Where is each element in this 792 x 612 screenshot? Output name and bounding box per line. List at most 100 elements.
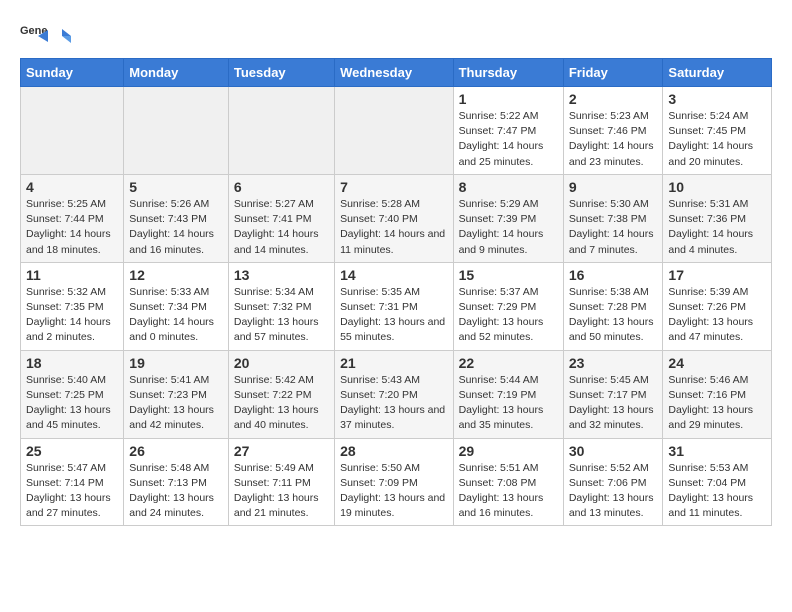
calendar-cell: 3 Sunrise: 5:24 AMSunset: 7:45 PMDayligh… <box>663 87 772 175</box>
day-number: 13 <box>234 267 329 283</box>
calendar-cell: 5 Sunrise: 5:26 AMSunset: 7:43 PMDayligh… <box>124 174 229 262</box>
logo-bird-icon <box>53 27 71 45</box>
header: General <box>20 20 772 48</box>
day-info: Sunrise: 5:52 AMSunset: 7:06 PMDaylight:… <box>569 462 654 520</box>
day-info: Sunrise: 5:27 AMSunset: 7:41 PMDaylight:… <box>234 198 319 256</box>
day-info: Sunrise: 5:41 AMSunset: 7:23 PMDaylight:… <box>129 374 214 432</box>
calendar-cell <box>21 87 124 175</box>
day-number: 20 <box>234 355 329 371</box>
calendar-cell: 28 Sunrise: 5:50 AMSunset: 7:09 PMDaylig… <box>335 438 453 526</box>
day-number: 10 <box>668 179 766 195</box>
day-info: Sunrise: 5:50 AMSunset: 7:09 PMDaylight:… <box>340 462 445 520</box>
weekday-header-monday: Monday <box>124 59 229 87</box>
calendar-cell: 13 Sunrise: 5:34 AMSunset: 7:32 PMDaylig… <box>228 262 334 350</box>
calendar-cell: 19 Sunrise: 5:41 AMSunset: 7:23 PMDaylig… <box>124 350 229 438</box>
day-number: 17 <box>668 267 766 283</box>
day-number: 8 <box>459 179 558 195</box>
calendar-cell: 22 Sunrise: 5:44 AMSunset: 7:19 PMDaylig… <box>453 350 563 438</box>
calendar-cell: 17 Sunrise: 5:39 AMSunset: 7:26 PMDaylig… <box>663 262 772 350</box>
day-info: Sunrise: 5:23 AMSunset: 7:46 PMDaylight:… <box>569 110 654 168</box>
day-number: 14 <box>340 267 447 283</box>
calendar-week-row: 4 Sunrise: 5:25 AMSunset: 7:44 PMDayligh… <box>21 174 772 262</box>
day-info: Sunrise: 5:39 AMSunset: 7:26 PMDaylight:… <box>668 286 753 344</box>
day-info: Sunrise: 5:32 AMSunset: 7:35 PMDaylight:… <box>26 286 111 344</box>
calendar-week-row: 25 Sunrise: 5:47 AMSunset: 7:14 PMDaylig… <box>21 438 772 526</box>
day-info: Sunrise: 5:28 AMSunset: 7:40 PMDaylight:… <box>340 198 445 256</box>
day-number: 18 <box>26 355 118 371</box>
day-number: 5 <box>129 179 223 195</box>
day-number: 31 <box>668 443 766 459</box>
day-number: 19 <box>129 355 223 371</box>
day-info: Sunrise: 5:29 AMSunset: 7:39 PMDaylight:… <box>459 198 544 256</box>
calendar-table: SundayMondayTuesdayWednesdayThursdayFrid… <box>20 58 772 526</box>
day-number: 12 <box>129 267 223 283</box>
day-number: 1 <box>459 91 558 107</box>
day-number: 11 <box>26 267 118 283</box>
day-number: 26 <box>129 443 223 459</box>
day-number: 6 <box>234 179 329 195</box>
weekday-header-friday: Friday <box>563 59 663 87</box>
calendar-cell <box>228 87 334 175</box>
calendar-cell: 30 Sunrise: 5:52 AMSunset: 7:06 PMDaylig… <box>563 438 663 526</box>
day-info: Sunrise: 5:40 AMSunset: 7:25 PMDaylight:… <box>26 374 111 432</box>
calendar-cell: 26 Sunrise: 5:48 AMSunset: 7:13 PMDaylig… <box>124 438 229 526</box>
day-info: Sunrise: 5:38 AMSunset: 7:28 PMDaylight:… <box>569 286 654 344</box>
day-number: 22 <box>459 355 558 371</box>
calendar-cell: 2 Sunrise: 5:23 AMSunset: 7:46 PMDayligh… <box>563 87 663 175</box>
calendar-cell: 14 Sunrise: 5:35 AMSunset: 7:31 PMDaylig… <box>335 262 453 350</box>
logo-icon: General <box>20 20 48 48</box>
day-info: Sunrise: 5:25 AMSunset: 7:44 PMDaylight:… <box>26 198 111 256</box>
weekday-header-sunday: Sunday <box>21 59 124 87</box>
day-info: Sunrise: 5:51 AMSunset: 7:08 PMDaylight:… <box>459 462 544 520</box>
day-info: Sunrise: 5:44 AMSunset: 7:19 PMDaylight:… <box>459 374 544 432</box>
calendar-cell: 10 Sunrise: 5:31 AMSunset: 7:36 PMDaylig… <box>663 174 772 262</box>
day-info: Sunrise: 5:24 AMSunset: 7:45 PMDaylight:… <box>668 110 753 168</box>
calendar-cell: 16 Sunrise: 5:38 AMSunset: 7:28 PMDaylig… <box>563 262 663 350</box>
day-info: Sunrise: 5:45 AMSunset: 7:17 PMDaylight:… <box>569 374 654 432</box>
calendar-cell: 31 Sunrise: 5:53 AMSunset: 7:04 PMDaylig… <box>663 438 772 526</box>
calendar-cell: 29 Sunrise: 5:51 AMSunset: 7:08 PMDaylig… <box>453 438 563 526</box>
weekday-header-thursday: Thursday <box>453 59 563 87</box>
calendar-cell: 24 Sunrise: 5:46 AMSunset: 7:16 PMDaylig… <box>663 350 772 438</box>
day-info: Sunrise: 5:37 AMSunset: 7:29 PMDaylight:… <box>459 286 544 344</box>
logo: General <box>20 20 72 48</box>
day-number: 21 <box>340 355 447 371</box>
calendar-cell: 15 Sunrise: 5:37 AMSunset: 7:29 PMDaylig… <box>453 262 563 350</box>
day-info: Sunrise: 5:47 AMSunset: 7:14 PMDaylight:… <box>26 462 111 520</box>
calendar-cell: 1 Sunrise: 5:22 AMSunset: 7:47 PMDayligh… <box>453 87 563 175</box>
day-number: 4 <box>26 179 118 195</box>
day-info: Sunrise: 5:22 AMSunset: 7:47 PMDaylight:… <box>459 110 544 168</box>
day-info: Sunrise: 5:49 AMSunset: 7:11 PMDaylight:… <box>234 462 319 520</box>
calendar-cell: 12 Sunrise: 5:33 AMSunset: 7:34 PMDaylig… <box>124 262 229 350</box>
day-number: 27 <box>234 443 329 459</box>
day-info: Sunrise: 5:43 AMSunset: 7:20 PMDaylight:… <box>340 374 445 432</box>
day-info: Sunrise: 5:34 AMSunset: 7:32 PMDaylight:… <box>234 286 319 344</box>
calendar-week-row: 1 Sunrise: 5:22 AMSunset: 7:47 PMDayligh… <box>21 87 772 175</box>
calendar-cell: 9 Sunrise: 5:30 AMSunset: 7:38 PMDayligh… <box>563 174 663 262</box>
calendar-cell <box>124 87 229 175</box>
calendar-cell: 20 Sunrise: 5:42 AMSunset: 7:22 PMDaylig… <box>228 350 334 438</box>
day-number: 23 <box>569 355 658 371</box>
day-number: 2 <box>569 91 658 107</box>
calendar-cell: 6 Sunrise: 5:27 AMSunset: 7:41 PMDayligh… <box>228 174 334 262</box>
day-info: Sunrise: 5:33 AMSunset: 7:34 PMDaylight:… <box>129 286 214 344</box>
weekday-header-wednesday: Wednesday <box>335 59 453 87</box>
day-number: 15 <box>459 267 558 283</box>
day-info: Sunrise: 5:35 AMSunset: 7:31 PMDaylight:… <box>340 286 445 344</box>
day-number: 28 <box>340 443 447 459</box>
calendar-cell: 8 Sunrise: 5:29 AMSunset: 7:39 PMDayligh… <box>453 174 563 262</box>
calendar-cell <box>335 87 453 175</box>
calendar-cell: 23 Sunrise: 5:45 AMSunset: 7:17 PMDaylig… <box>563 350 663 438</box>
calendar-cell: 18 Sunrise: 5:40 AMSunset: 7:25 PMDaylig… <box>21 350 124 438</box>
weekday-header-saturday: Saturday <box>663 59 772 87</box>
day-number: 3 <box>668 91 766 107</box>
day-number: 29 <box>459 443 558 459</box>
day-info: Sunrise: 5:31 AMSunset: 7:36 PMDaylight:… <box>668 198 753 256</box>
day-info: Sunrise: 5:53 AMSunset: 7:04 PMDaylight:… <box>668 462 753 520</box>
day-number: 30 <box>569 443 658 459</box>
calendar-cell: 11 Sunrise: 5:32 AMSunset: 7:35 PMDaylig… <box>21 262 124 350</box>
day-info: Sunrise: 5:46 AMSunset: 7:16 PMDaylight:… <box>668 374 753 432</box>
weekday-header-row: SundayMondayTuesdayWednesdayThursdayFrid… <box>21 59 772 87</box>
day-info: Sunrise: 5:30 AMSunset: 7:38 PMDaylight:… <box>569 198 654 256</box>
calendar-cell: 21 Sunrise: 5:43 AMSunset: 7:20 PMDaylig… <box>335 350 453 438</box>
